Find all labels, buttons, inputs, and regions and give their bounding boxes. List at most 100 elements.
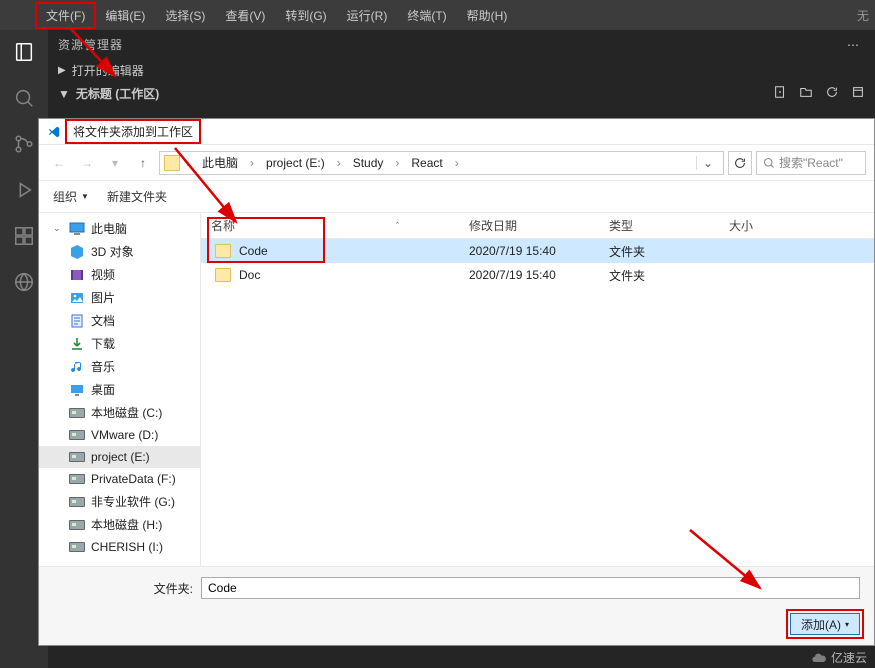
- workspace-label: 无标题 (工作区): [76, 85, 159, 102]
- tree-item[interactable]: 下载: [39, 332, 200, 355]
- more-icon[interactable]: ⋯: [843, 38, 865, 52]
- tree-item[interactable]: 视频: [39, 263, 200, 286]
- folder-tree: ⌄ 此电脑 3D 对象视频图片文档下载音乐桌面本地磁盘 (C:) VMware (…: [39, 213, 201, 566]
- folder-icon: [215, 268, 231, 282]
- tree-item[interactable]: 3D 对象: [39, 240, 200, 263]
- chevron-right-icon: ›: [246, 156, 258, 170]
- chevron-right-icon: ›: [451, 156, 463, 170]
- dialog-footer: 文件夹: 添加(A) ▾: [39, 566, 874, 645]
- crumb-drive[interactable]: project (E:): [260, 154, 331, 172]
- column-type[interactable]: 类型: [599, 217, 719, 234]
- breadcrumb[interactable]: › 此电脑 › project (E:) › Study › React › ⌄: [159, 151, 724, 175]
- tree-item[interactable]: CHERISH (I:): [39, 536, 200, 558]
- vscode-menubar: 文件(F) 编辑(E) 选择(S) 查看(V) 转到(G) 运行(R) 终端(T…: [0, 0, 875, 30]
- remote-icon[interactable]: [12, 270, 36, 294]
- file-row[interactable]: Code 2020/7/19 15:40 文件夹: [201, 239, 874, 263]
- open-editors-label: 打开的编辑器: [72, 62, 144, 79]
- tree-item[interactable]: 本地磁盘 (C:): [39, 401, 200, 424]
- file-list: 名称ˆ 修改日期 类型 大小 Code 2020/7/19 15:40 文件夹 …: [201, 213, 874, 566]
- tree-item[interactable]: 桌面: [39, 378, 200, 401]
- explorer-panel: 资源管理器 ⋯ ▶ 打开的编辑器 ▼ 无标题 (工作区): [48, 30, 875, 120]
- workspace-section[interactable]: ▼ 无标题 (工作区): [48, 82, 875, 105]
- search-icon[interactable]: [12, 86, 36, 110]
- column-date[interactable]: 修改日期: [459, 217, 599, 234]
- tree-item-label: 3D 对象: [91, 243, 134, 260]
- add-folder-dialog: 将文件夹添加到工作区 ← → ▾ ↑ › 此电脑 › project (E:) …: [38, 118, 875, 646]
- dialog-toolbar: 组织▼ 新建文件夹: [39, 181, 874, 213]
- extensions-icon[interactable]: [12, 224, 36, 248]
- menu-help[interactable]: 帮助(H): [457, 3, 518, 28]
- explorer-title: 资源管理器: [58, 36, 843, 53]
- new-folder-icon[interactable]: [799, 85, 813, 102]
- menu-go[interactable]: 转到(G): [275, 3, 336, 28]
- tree-item[interactable]: 非专业软件 (G:): [39, 490, 200, 513]
- folder-field-label: 文件夹:: [53, 580, 193, 597]
- split-dropdown-icon: ▾: [845, 620, 849, 629]
- file-type: 文件夹: [599, 267, 719, 284]
- tree-item[interactable]: 图片: [39, 286, 200, 309]
- nav-forward-icon[interactable]: →: [75, 151, 99, 175]
- file-name: Code: [239, 244, 268, 258]
- window-title-right: 无: [857, 7, 875, 24]
- menu-edit[interactable]: 编辑(E): [95, 3, 155, 28]
- tree-item-label: 桌面: [91, 381, 115, 398]
- crumb-study[interactable]: Study: [347, 154, 390, 172]
- nav-up-icon[interactable]: ↑: [131, 151, 155, 175]
- tree-item[interactable]: 本地磁盘 (H:): [39, 513, 200, 536]
- tree-this-pc[interactable]: ⌄ 此电脑: [39, 217, 200, 240]
- disk-icon: [69, 427, 85, 443]
- file-row[interactable]: Doc 2020/7/19 15:40 文件夹: [201, 263, 874, 287]
- nav-back-icon[interactable]: ←: [47, 151, 71, 175]
- breadcrumb-dropdown-icon[interactable]: ⌄: [696, 156, 719, 170]
- tree-item-label: PrivateData (F:): [91, 472, 176, 486]
- new-file-icon[interactable]: [773, 85, 787, 102]
- folder-name-input[interactable]: [201, 577, 860, 599]
- tree-item-label: VMware (D:): [91, 428, 158, 442]
- tree-item[interactable]: VMware (D:): [39, 424, 200, 446]
- film-icon: [69, 267, 85, 283]
- folder-icon: [164, 155, 180, 171]
- image-icon: [69, 290, 85, 306]
- menu-run[interactable]: 运行(R): [337, 3, 398, 28]
- tree-item-label: CHERISH (I:): [91, 540, 163, 554]
- crumb-root[interactable]: 此电脑: [196, 152, 244, 173]
- tree-item[interactable]: 文档: [39, 309, 200, 332]
- tree-item-label: project (E:): [91, 450, 150, 464]
- disk-icon: [69, 405, 85, 421]
- add-button[interactable]: 添加(A) ▾: [790, 613, 860, 635]
- tree-item[interactable]: 音乐: [39, 355, 200, 378]
- menu-terminal[interactable]: 终端(T): [397, 3, 456, 28]
- tree-item-label: 非专业软件 (G:): [91, 493, 175, 510]
- tree-item[interactable]: PrivateData (F:): [39, 468, 200, 490]
- download-icon: [69, 336, 85, 352]
- search-icon: [763, 157, 775, 169]
- menu-view[interactable]: 查看(V): [215, 3, 275, 28]
- chevron-down-icon: ▼: [58, 87, 70, 101]
- tree-item-label: 此电脑: [91, 220, 127, 237]
- open-editors-section[interactable]: ▶ 打开的编辑器: [48, 59, 875, 82]
- source-control-icon[interactable]: [12, 132, 36, 156]
- crumb-react[interactable]: React: [405, 154, 448, 172]
- collapse-icon[interactable]: [851, 85, 865, 102]
- column-size[interactable]: 大小: [719, 217, 874, 234]
- debug-icon[interactable]: [12, 178, 36, 202]
- dialog-titlebar: 将文件夹添加到工作区: [39, 119, 874, 145]
- watermark: 亿速云: [811, 649, 867, 666]
- file-name: Doc: [239, 268, 260, 282]
- nav-recent-icon[interactable]: ▾: [103, 151, 127, 175]
- organize-button[interactable]: 组织▼: [53, 188, 89, 205]
- refresh-icon[interactable]: [825, 85, 839, 102]
- chevron-right-icon: ›: [391, 156, 403, 170]
- search-input[interactable]: 搜索"React": [756, 151, 866, 175]
- column-name[interactable]: 名称ˆ: [201, 217, 459, 234]
- menu-select[interactable]: 选择(S): [155, 3, 215, 28]
- tree-item[interactable]: project (E:): [39, 446, 200, 468]
- menu-file[interactable]: 文件(F): [36, 3, 95, 28]
- sort-caret-icon: ˆ: [396, 221, 449, 231]
- cube-icon: [69, 244, 85, 260]
- disk-icon: [69, 471, 85, 487]
- new-folder-button[interactable]: 新建文件夹: [107, 188, 167, 205]
- refresh-button[interactable]: [728, 151, 752, 175]
- disk-icon: [69, 539, 85, 555]
- explorer-icon[interactable]: [12, 40, 36, 64]
